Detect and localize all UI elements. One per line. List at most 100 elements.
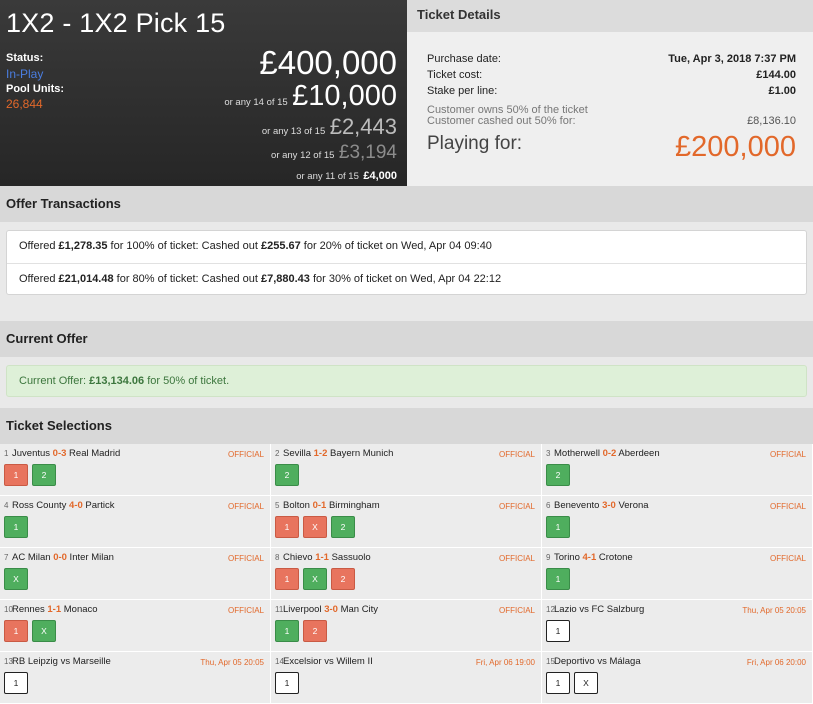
selection-picks: 1 bbox=[546, 516, 570, 538]
selection-cell: 12 Lazio vs FC Salzburg Thu, Apr 05 20:05 1 bbox=[542, 600, 813, 652]
match-label: Motherwell 0-2 Aberdeen bbox=[554, 448, 660, 459]
current-offer-alert[interactable]: Current Offer: £13,134.06 for 50% of tic… bbox=[6, 365, 807, 397]
selections-grid: 1 Juventus 0-3 Real Madrid OFFICIAL 1 2 2 Sevi… bbox=[0, 444, 813, 704]
stake-per-line-label: Stake per line: bbox=[427, 85, 498, 97]
away-team: Crotone bbox=[596, 552, 633, 563]
pick-1-button[interactable]: 1 bbox=[546, 568, 570, 590]
match-score: 1-2 bbox=[313, 448, 328, 459]
prize-tier-13: or any 13 of 15 £2,443 bbox=[262, 114, 397, 140]
main-prize: £400,000 bbox=[259, 44, 397, 81]
match-label: Torino 4-1 Crotone bbox=[554, 552, 633, 563]
home-team: Liverpool bbox=[283, 604, 325, 615]
cashed-out-row: Customer cashed out 50% for: £8,136.10 bbox=[427, 115, 796, 127]
match-status: OFFICIAL bbox=[227, 554, 264, 563]
pick-2-button[interactable]: 2 bbox=[303, 620, 327, 642]
pick-1-button[interactable]: 1 bbox=[4, 620, 28, 642]
current-offer-text: Current Offer: bbox=[19, 375, 90, 387]
offer-amount: £21,014.48 bbox=[58, 273, 114, 285]
selection-cell: 2 Sevilla 1-2 Bayern Munich OFFICIAL 2 bbox=[271, 444, 542, 496]
prize-tier-prefix: or any 11 of 15 bbox=[296, 171, 359, 182]
match-score: 4-1 bbox=[582, 552, 597, 563]
home-team: Chievo bbox=[283, 552, 316, 563]
home-team: Ross County bbox=[12, 500, 70, 511]
pick-x-button[interactable]: X bbox=[574, 672, 598, 694]
cashed-out-label: Customer cashed out 50% for: bbox=[427, 115, 576, 127]
match-label: Liverpool 3-0 Man City bbox=[283, 604, 378, 615]
away-team: Marseille bbox=[70, 656, 111, 667]
pick-x-button[interactable]: X bbox=[4, 568, 28, 590]
pick-x-button[interactable]: X bbox=[32, 620, 56, 642]
selection-cell: 8 Chievo 1-1 Sassuolo OFFICIAL 1 X 2 bbox=[271, 548, 542, 600]
match-status: OFFICIAL bbox=[498, 450, 535, 459]
selection-number: 1 bbox=[4, 449, 9, 458]
match-status: OFFICIAL bbox=[227, 450, 264, 459]
selection-cell: 15 Deportivo vs Málaga Fri, Apr 06 20:00 1 X bbox=[542, 652, 813, 704]
match-status: Fri, Apr 06 19:00 bbox=[475, 658, 535, 667]
cashout-amount: £255.67 bbox=[260, 240, 301, 252]
selection-number: 7 bbox=[4, 553, 9, 562]
selection-picks: X bbox=[4, 568, 28, 590]
match-score: 1-1 bbox=[315, 552, 329, 563]
pick-2-button[interactable]: 2 bbox=[331, 568, 355, 590]
pick-1-button[interactable]: 1 bbox=[4, 464, 28, 486]
pick-1-button[interactable]: 1 bbox=[546, 620, 570, 642]
pick-2-button[interactable]: 2 bbox=[546, 464, 570, 486]
match-status: OFFICIAL bbox=[227, 606, 264, 615]
prize-tier-prefix: or any 12 of 15 bbox=[271, 150, 335, 161]
versus-text: vs bbox=[324, 656, 334, 667]
away-team: Birmingham bbox=[326, 500, 380, 511]
stake-per-line-value: £1.00 bbox=[768, 85, 796, 97]
pick-1-button[interactable]: 1 bbox=[275, 672, 299, 694]
match-score: 0-1 bbox=[312, 500, 327, 511]
match-label: Rennes 1-1 Monaco bbox=[12, 604, 98, 615]
match-score: 4-0 bbox=[69, 500, 83, 511]
pick-x-button[interactable]: X bbox=[303, 568, 327, 590]
pick-1-button[interactable]: 1 bbox=[546, 516, 570, 538]
offer-transaction-row: Offered £1,278.35 for 100% of ticket: Ca… bbox=[7, 231, 806, 263]
selection-picks: 12 bbox=[275, 620, 327, 642]
home-team: RB Leipzig bbox=[12, 656, 61, 667]
selection-number: 2 bbox=[275, 449, 280, 458]
match-status: OFFICIAL bbox=[769, 450, 806, 459]
pick-1-button[interactable]: 1 bbox=[275, 568, 299, 590]
home-team: Bolton bbox=[283, 500, 313, 511]
pick-2-button[interactable]: 2 bbox=[331, 516, 355, 538]
pick-1-button[interactable]: 1 bbox=[4, 672, 28, 694]
match-status: OFFICIAL bbox=[769, 554, 806, 563]
purchase-date-label: Purchase date: bbox=[427, 53, 501, 65]
away-team: Málaga bbox=[606, 656, 641, 667]
offer-text: Offered bbox=[19, 240, 59, 252]
status-label: Status: bbox=[6, 52, 44, 64]
selection-picks: 2 bbox=[546, 464, 570, 486]
pick-1-button[interactable]: 1 bbox=[4, 516, 28, 538]
selection-picks: 1 bbox=[546, 620, 570, 642]
cashed-out-value: £8,136.10 bbox=[747, 115, 796, 127]
selection-cell: 10 Rennes 1-1 Monaco OFFICIAL 1 X bbox=[0, 600, 271, 652]
home-team: Sevilla bbox=[283, 448, 314, 459]
prize-tier-amount: £2,443 bbox=[329, 114, 397, 139]
home-team: Motherwell bbox=[554, 448, 603, 459]
selection-cell: 11 Liverpool 3-0 Man City OFFICIAL 1 2 bbox=[271, 600, 542, 652]
playing-for-label: Playing for: bbox=[427, 133, 523, 154]
match-label: Juventus 0-3 Real Madrid bbox=[12, 448, 120, 459]
versus-text: vs bbox=[597, 656, 607, 667]
ticket-cost-value: £144.00 bbox=[756, 69, 796, 81]
pick-1-button[interactable]: 1 bbox=[546, 672, 570, 694]
prize-tier-11: or any 11 of 15 £4,000 bbox=[296, 166, 397, 184]
home-team: Excelsior bbox=[283, 656, 325, 667]
pick-2-button[interactable]: 2 bbox=[32, 464, 56, 486]
pick-2-button[interactable]: 2 bbox=[275, 464, 299, 486]
match-label: RB Leipzig vs Marseille bbox=[12, 656, 111, 667]
away-team: Partick bbox=[82, 500, 115, 511]
selection-picks: 1X bbox=[4, 620, 56, 642]
selection-cell: 5 Bolton 0-1 Birmingham OFFICIAL 1 X 2 bbox=[271, 496, 542, 548]
pick-x-button[interactable]: X bbox=[303, 516, 327, 538]
pick-1-button[interactable]: 1 bbox=[275, 516, 299, 538]
selection-cell: 9 Torino 4-1 Crotone OFFICIAL 1 bbox=[542, 548, 813, 600]
offer-text: for 30% of ticket on Wed, Apr 04 22:12 bbox=[309, 273, 502, 285]
ticket-cost-row: Ticket cost: £144.00 bbox=[427, 69, 796, 81]
pick-1-button[interactable]: 1 bbox=[275, 620, 299, 642]
away-team: Bayern Munich bbox=[327, 448, 394, 459]
prize-tier-amount: £10,000 bbox=[292, 80, 397, 112]
selection-cell: 6 Benevento 3-0 Verona OFFICIAL 1 bbox=[542, 496, 813, 548]
